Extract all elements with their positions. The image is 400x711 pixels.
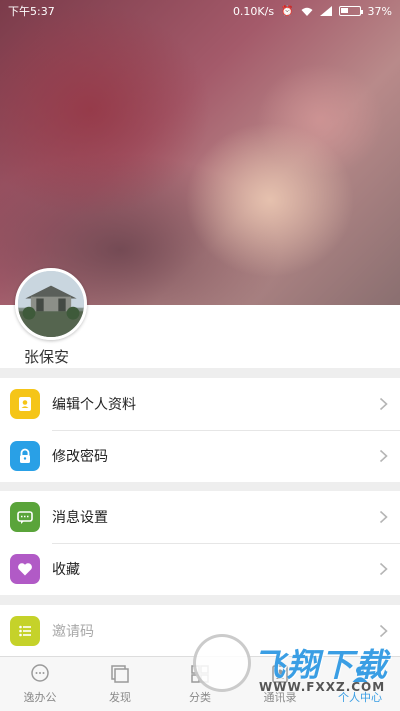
person-card-icon [10, 389, 40, 419]
menu-item-label: 邀请码 [52, 624, 94, 640]
battery-level-fill [340, 8, 348, 13]
pages-icon [111, 665, 129, 683]
network-speed: 0.10K/s [232, 4, 275, 18]
chevron-right-icon [379, 397, 388, 411]
lock-icon [10, 441, 40, 471]
avatar[interactable] [15, 268, 87, 340]
chevron-right-icon [379, 562, 388, 576]
menu-item-change-password[interactable]: 修改密码 [0, 430, 400, 482]
battery-percent: 37% [367, 4, 392, 18]
profile-cover-image: 下午5:37 0.10K/s ⏰ 37% [0, 0, 400, 305]
tab-office[interactable]: 逸办公 [0, 657, 80, 711]
avatar-image [18, 271, 84, 337]
alarm-icon: ⏰ [281, 5, 294, 17]
menu-item-label: 收藏 [52, 562, 80, 578]
heart-icon [10, 554, 40, 584]
watermark-subtitle: WWW.FXXZ.COM [259, 680, 386, 694]
tab-label: 发现 [109, 691, 131, 704]
chevron-right-icon [379, 449, 388, 463]
message-icon [10, 502, 40, 532]
chevron-right-icon [379, 510, 388, 524]
username: 张保安 [24, 348, 70, 366]
menu-item-message-settings[interactable]: 消息设置 [0, 491, 400, 543]
menu-item-edit-profile[interactable]: 编辑个人资料 [0, 378, 400, 430]
watermark-logo [193, 634, 251, 692]
status-time: 下午5:37 [8, 5, 55, 18]
menu-group-settings: 消息设置 收藏 [0, 491, 400, 595]
chat-bubble-icon [31, 664, 49, 682]
status-indicators: 0.10K/s ⏰ 37% [233, 5, 392, 18]
signal-icon [319, 6, 332, 16]
menu-group-profile: 编辑个人资料 修改密码 [0, 378, 400, 482]
menu-item-favorites[interactable]: 收藏 [0, 543, 400, 595]
status-bar: 下午5:37 0.10K/s ⏰ 37% [0, 0, 400, 22]
tab-discover[interactable]: 发现 [80, 657, 160, 711]
menu-item-label: 修改密码 [52, 449, 108, 465]
list-icon [10, 616, 40, 646]
tab-label: 逸办公 [23, 691, 57, 704]
wifi-icon [301, 7, 313, 16]
watermark: 飞翔下载 WWW.FXXZ.COM [193, 634, 398, 706]
menu-item-label: 编辑个人资料 [52, 397, 136, 413]
battery-icon [338, 6, 363, 16]
menu-item-label: 消息设置 [52, 510, 108, 526]
